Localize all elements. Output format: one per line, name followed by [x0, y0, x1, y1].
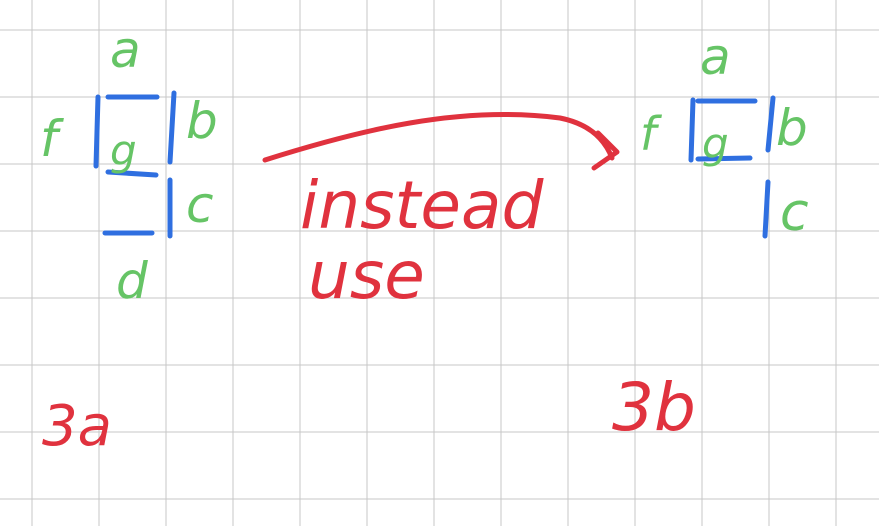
label-a: a: [110, 21, 141, 79]
segment-f: [688, 97, 696, 163]
label-f: f: [640, 107, 662, 161]
label-b: b: [776, 99, 808, 157]
label-g: g: [702, 119, 729, 168]
digit-3b-diagram: a f g b c 3b: [612, 28, 809, 446]
label-f: f: [40, 110, 64, 168]
annotation-text: instead use: [300, 167, 544, 314]
label-c: c: [780, 183, 809, 243]
caption-3b: 3b: [612, 369, 696, 446]
digit-3a-diagram: a f b g c d 3a: [40, 21, 218, 459]
annotation-use: use: [308, 237, 425, 314]
segment-b: [167, 90, 177, 165]
caption-3a: 3a: [42, 394, 112, 459]
label-c: c: [186, 176, 214, 234]
label-g: g: [110, 126, 137, 175]
annotation-instead: instead: [300, 167, 544, 244]
whiteboard-canvas: a f b g c d 3a instead use a f g b c 3b: [0, 0, 879, 526]
label-b: b: [186, 92, 218, 150]
label-a: a: [700, 28, 731, 86]
transition-arrow: [262, 112, 620, 171]
segment-c: [762, 179, 771, 239]
arrow-curve: [262, 112, 615, 163]
label-d: d: [116, 252, 148, 310]
segment-f: [93, 94, 101, 169]
